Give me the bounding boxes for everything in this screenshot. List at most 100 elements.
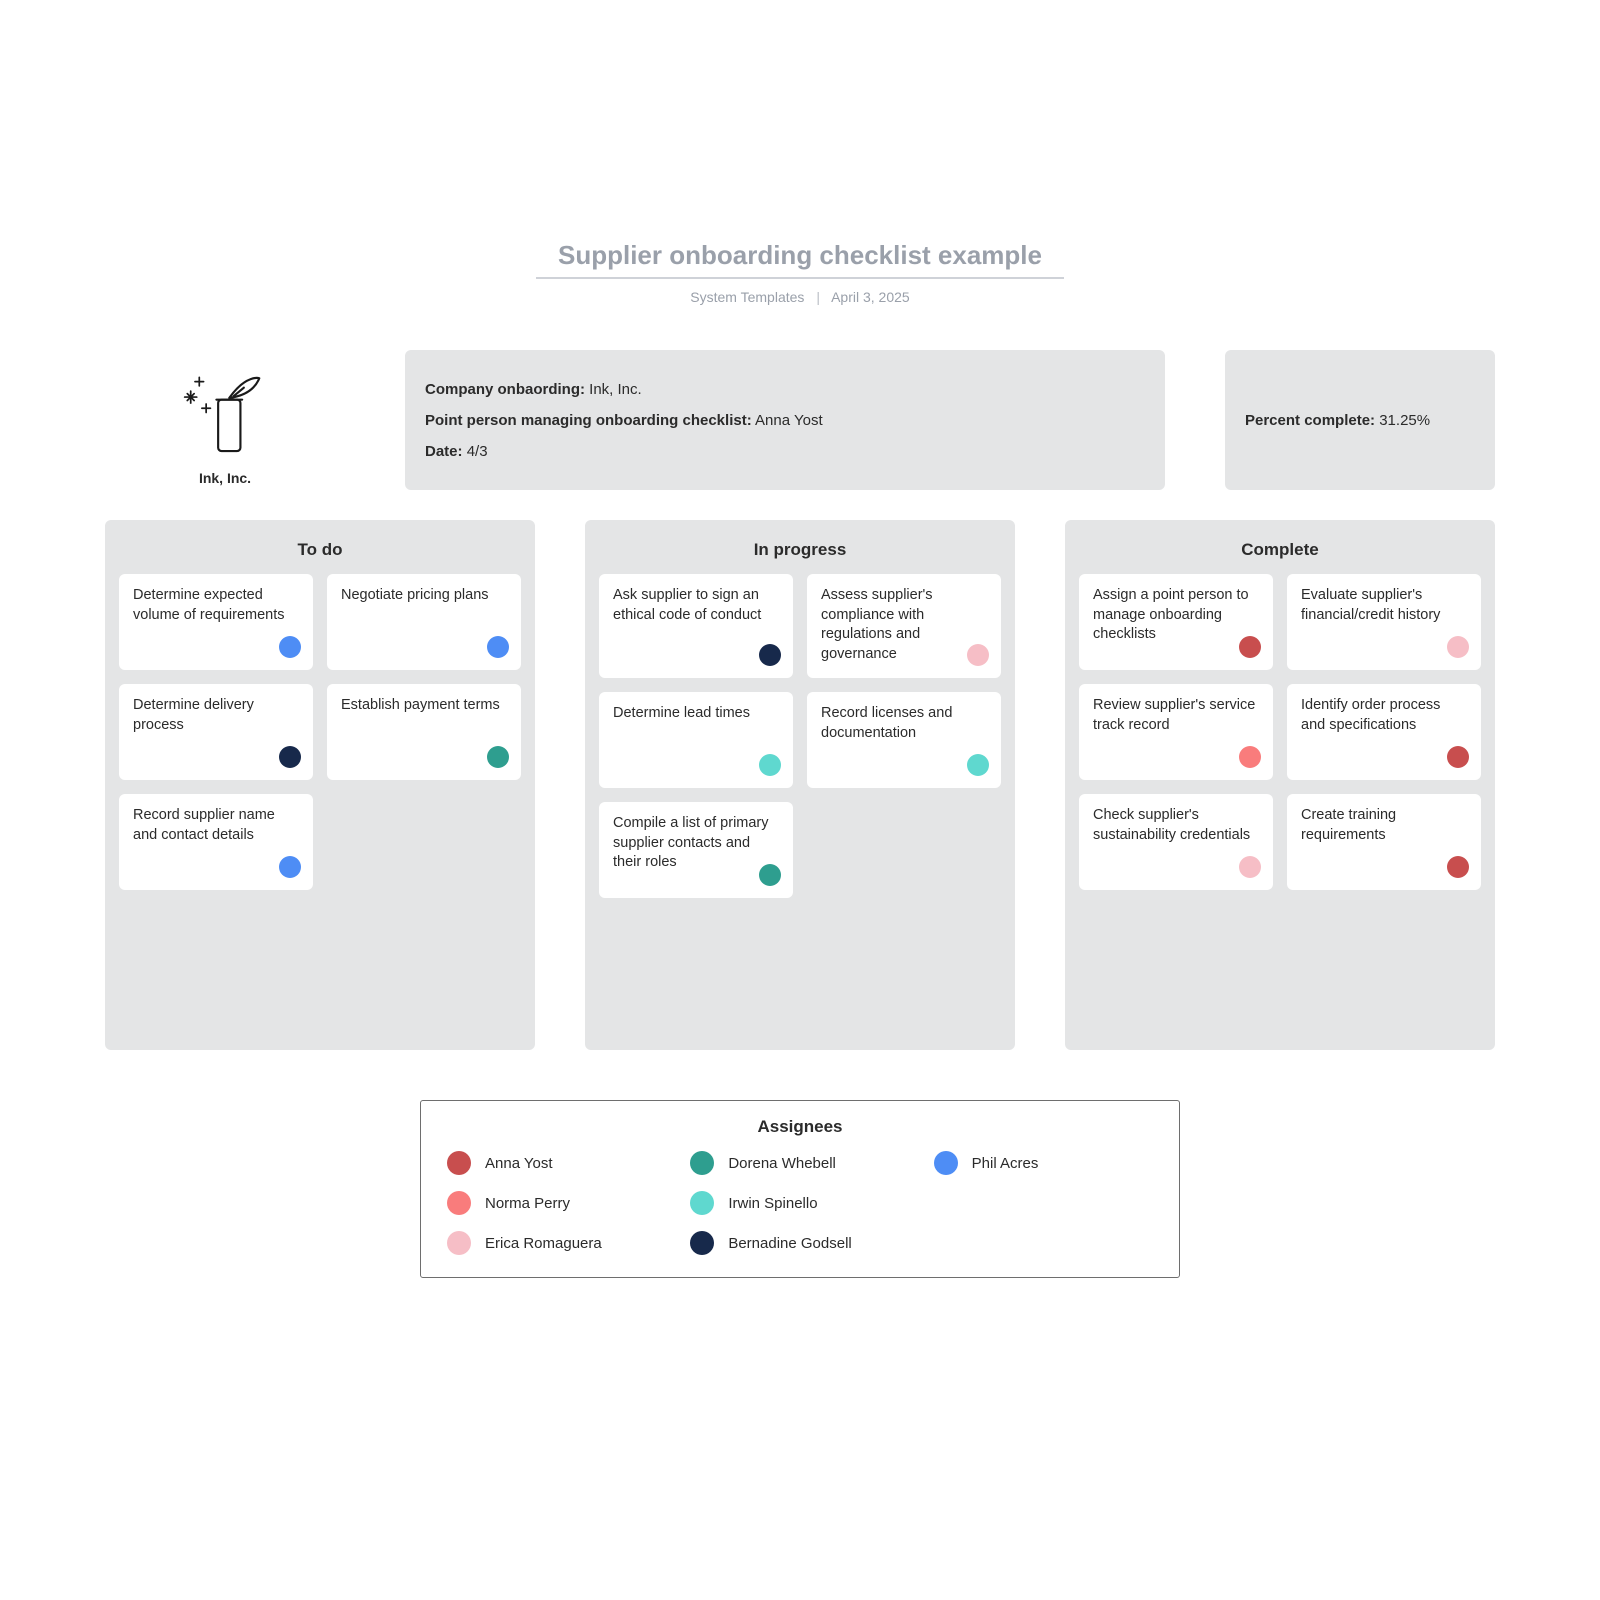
task-card[interactable]: Evaluate supplier's financial/credit his… — [1287, 574, 1481, 670]
title-underline: Supplier onboarding checklist example — [536, 240, 1064, 279]
assignee-dot — [759, 864, 781, 886]
percent-card: Percent complete: 31.25% — [1225, 350, 1495, 490]
assignee-dot — [279, 746, 301, 768]
subtitle-source: System Templates — [690, 289, 804, 305]
legend-dot — [447, 1231, 471, 1255]
column-title: In progress — [599, 540, 1001, 560]
meta-date: Date: 4/3 — [425, 443, 1145, 460]
info-row: Ink, Inc. Company onbaording: Ink, Inc. … — [105, 350, 1495, 490]
task-text: Assign a point person to manage onboardi… — [1093, 586, 1259, 645]
meta-company-value: Ink, Inc. — [589, 381, 642, 398]
task-card[interactable]: Record licenses and documentation — [807, 692, 1001, 788]
cards-grid: Ask supplier to sign an ethical code of … — [599, 574, 1001, 898]
diagram-canvas: { "title": "Supplier onboarding checklis… — [0, 0, 1600, 1600]
assignee-dot — [1447, 636, 1469, 658]
logo-name: Ink, Inc. — [199, 470, 251, 486]
column-title: Complete — [1079, 540, 1481, 560]
task-card[interactable]: Check supplier's sustainability credenti… — [1079, 794, 1273, 890]
assignee-dot — [1239, 746, 1261, 768]
legend-title: Assignees — [447, 1117, 1153, 1137]
task-card[interactable]: Ask supplier to sign an ethical code of … — [599, 574, 793, 678]
assignee-dot — [1447, 746, 1469, 768]
legend-item: Dorena Whebell — [690, 1151, 909, 1175]
assignee-dot — [967, 754, 989, 776]
task-text: Review supplier's service track record — [1093, 696, 1259, 735]
meta-point-person: Point person managing onboarding checkli… — [425, 412, 1145, 429]
legend-name: Anna Yost — [485, 1155, 553, 1172]
legend-item: Phil Acres — [934, 1151, 1153, 1175]
legend-item: Erica Romaguera — [447, 1231, 666, 1255]
subtitle-separator: | — [816, 289, 820, 305]
assignee-dot — [1447, 856, 1469, 878]
task-card[interactable]: Negotiate pricing plans — [327, 574, 521, 670]
meta-date-label: Date: — [425, 443, 463, 460]
legend-dot — [690, 1151, 714, 1175]
task-text: Record supplier name and contact details — [133, 806, 299, 845]
task-text: Determine expected volume of requirement… — [133, 586, 299, 625]
legend-name: Phil Acres — [972, 1155, 1039, 1172]
cards-grid: Determine expected volume of requirement… — [119, 574, 521, 890]
task-card[interactable]: Compile a list of primary supplier conta… — [599, 802, 793, 898]
task-card[interactable]: Record supplier name and contact details — [119, 794, 313, 890]
legend-item: Bernadine Godsell — [690, 1231, 909, 1255]
task-card[interactable]: Identify order process and specification… — [1287, 684, 1481, 780]
task-text: Determine delivery process — [133, 696, 299, 735]
page-subtitle: System Templates | April 3, 2025 — [0, 289, 1600, 305]
assignee-dot — [279, 856, 301, 878]
task-card[interactable]: Determine expected volume of requirement… — [119, 574, 313, 670]
task-card[interactable]: Review supplier's service track record — [1079, 684, 1273, 780]
legend-item: Norma Perry — [447, 1191, 666, 1215]
assignee-dot — [1239, 856, 1261, 878]
legend-name: Irwin Spinello — [728, 1195, 817, 1212]
kanban-board: To do Determine expected volume of requir… — [105, 520, 1495, 1050]
task-text: Identify order process and specification… — [1301, 696, 1467, 735]
logo-column: Ink, Inc. — [105, 350, 345, 490]
cards-grid: Assign a point person to manage onboardi… — [1079, 574, 1481, 890]
percent-line: Percent complete: 31.25% — [1245, 412, 1475, 429]
assignee-dot — [1239, 636, 1261, 658]
task-card[interactable]: Assess supplier's compliance with regula… — [807, 574, 1001, 678]
ink-logo-icon — [165, 365, 285, 460]
task-text: Check supplier's sustainability credenti… — [1093, 806, 1259, 845]
percent-label: Percent complete: — [1245, 412, 1375, 429]
legend-name: Norma Perry — [485, 1195, 570, 1212]
page-title: Supplier onboarding checklist example — [558, 240, 1042, 271]
task-text: Assess supplier's compliance with regula… — [821, 586, 987, 664]
task-card[interactable]: Create training requirements — [1287, 794, 1481, 890]
meta-point-value: Anna Yost — [755, 412, 823, 429]
meta-card: Company onbaording: Ink, Inc. Point pers… — [405, 350, 1165, 490]
title-block: Supplier onboarding checklist example Sy… — [0, 240, 1600, 305]
kanban-column: Complete Assign a point person to manage … — [1065, 520, 1495, 1050]
legend-item: Anna Yost — [447, 1151, 666, 1175]
percent-value: 31.25% — [1379, 412, 1430, 429]
legend-name: Dorena Whebell — [728, 1155, 836, 1172]
task-text: Establish payment terms — [341, 696, 507, 716]
legend-dot — [934, 1151, 958, 1175]
legend-dot — [690, 1191, 714, 1215]
task-text: Determine lead times — [613, 704, 779, 724]
subtitle-date: April 3, 2025 — [831, 289, 910, 305]
legend-name: Erica Romaguera — [485, 1235, 602, 1252]
kanban-column: In progress Ask supplier to sign an ethic… — [585, 520, 1015, 1050]
task-text: Compile a list of primary supplier conta… — [613, 814, 779, 873]
task-card[interactable]: Determine lead times — [599, 692, 793, 788]
legend-item: Irwin Spinello — [690, 1191, 909, 1215]
assignee-dot — [279, 636, 301, 658]
task-card[interactable]: Assign a point person to manage onboardi… — [1079, 574, 1273, 670]
assignee-dot — [487, 746, 509, 768]
assignee-dot — [487, 636, 509, 658]
kanban-column: To do Determine expected volume of requir… — [105, 520, 535, 1050]
task-text: Evaluate supplier's financial/credit his… — [1301, 586, 1467, 625]
legend-name: Bernadine Godsell — [728, 1235, 851, 1252]
column-title: To do — [119, 540, 521, 560]
task-card[interactable]: Establish payment terms — [327, 684, 521, 780]
task-card[interactable]: Determine delivery process — [119, 684, 313, 780]
task-text: Record licenses and documentation — [821, 704, 987, 743]
assignees-legend: Assignees Anna Yost Dorena Whebell Phil Ac… — [420, 1100, 1180, 1278]
task-text: Negotiate pricing plans — [341, 586, 507, 606]
task-text: Ask supplier to sign an ethical code of … — [613, 586, 779, 625]
meta-company: Company onbaording: Ink, Inc. — [425, 381, 1145, 398]
task-text: Create training requirements — [1301, 806, 1467, 845]
assignee-dot — [759, 644, 781, 666]
meta-date-value: 4/3 — [467, 443, 488, 460]
